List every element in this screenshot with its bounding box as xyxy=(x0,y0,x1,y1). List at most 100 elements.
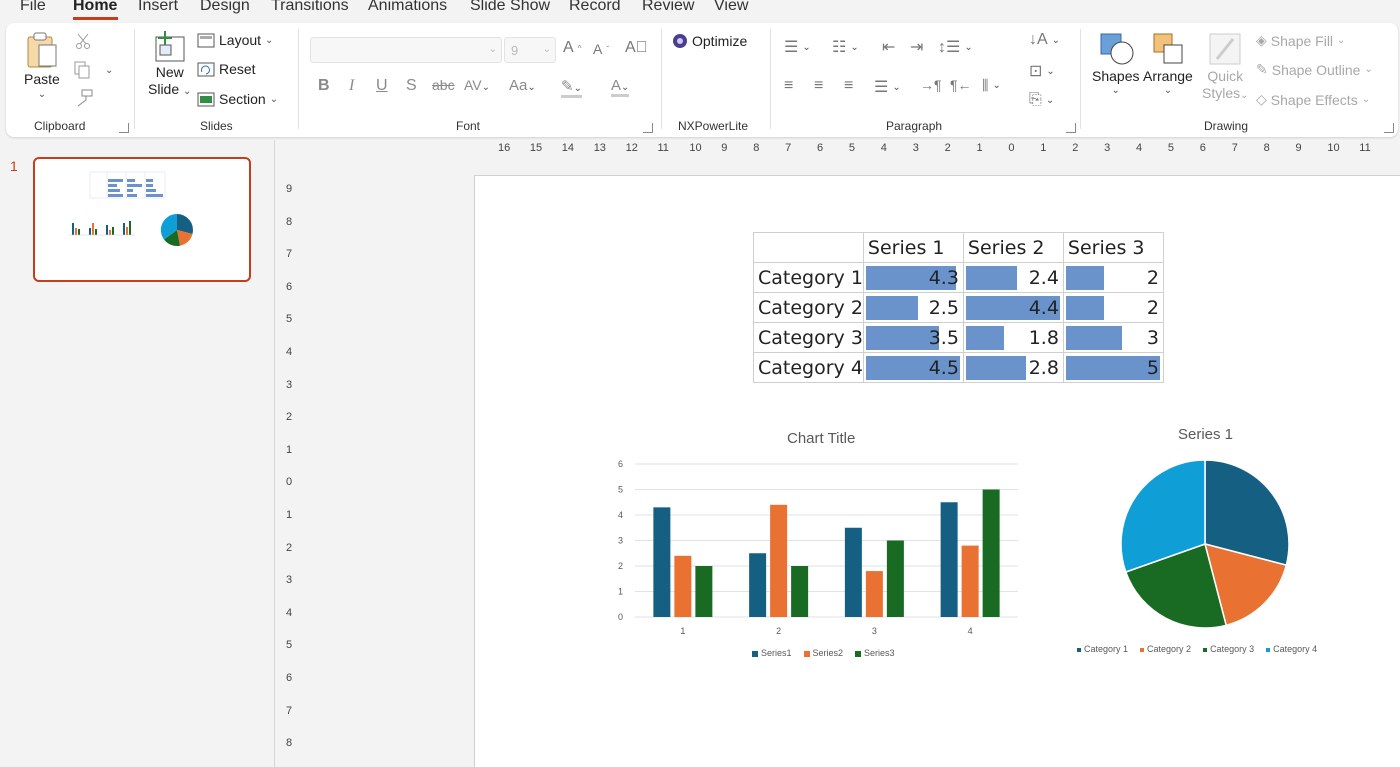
tab-view[interactable]: View xyxy=(714,0,748,15)
tab-animations[interactable]: Animations xyxy=(368,0,447,15)
highlight-icon[interactable]: ✎⌄ xyxy=(561,77,582,98)
align-right-icon[interactable]: ≡ xyxy=(844,77,853,95)
pie-chart[interactable] xyxy=(1115,454,1295,634)
bar-series3-1[interactable] xyxy=(695,566,713,617)
tab-home[interactable]: Home xyxy=(73,0,117,15)
bold-icon[interactable]: B xyxy=(318,77,330,95)
legend-item: Series1 xyxy=(752,648,792,658)
bar-series1-1[interactable] xyxy=(653,507,671,617)
shapes-label: Shapes xyxy=(1092,68,1140,84)
bar-series3-4[interactable] xyxy=(982,489,1000,618)
bar-series2-1[interactable] xyxy=(674,555,692,617)
tab-file[interactable]: File xyxy=(20,0,46,15)
dialog-launcher-icon[interactable] xyxy=(643,123,653,133)
slides-group-label: Slides xyxy=(200,119,233,133)
italic-icon[interactable]: I xyxy=(349,77,354,95)
dialog-launcher-icon[interactable] xyxy=(119,123,129,133)
character-spacing-icon[interactable]: AV⌄ xyxy=(464,77,490,93)
numbering-icon[interactable]: ☷ ⌄ xyxy=(832,37,859,57)
align-text-icon[interactable]: ⊡ ⌄ xyxy=(1029,61,1055,81)
bar-series2-3[interactable] xyxy=(865,571,883,617)
table-category-cell: Category 1 xyxy=(753,262,864,293)
decrease-indent-icon[interactable]: ⇤ xyxy=(882,37,895,57)
ltr-icon[interactable]: →¶ xyxy=(920,77,942,93)
pie-chart-title[interactable]: Series 1 xyxy=(1178,426,1233,443)
cut-icon[interactable] xyxy=(76,33,90,49)
quick-styles-button[interactable]: Quick Styles⌄ xyxy=(1202,31,1249,101)
bar-series2-4[interactable] xyxy=(961,545,979,617)
rtl-icon[interactable]: ¶← xyxy=(950,77,972,93)
ruler-tick-label: 11 xyxy=(657,142,669,154)
bar-series1-2[interactable] xyxy=(749,553,767,617)
group-separator xyxy=(298,29,299,129)
grow-font-icon[interactable]: A ^ xyxy=(563,39,581,57)
tab-review[interactable]: Review xyxy=(642,0,694,15)
paste-button[interactable]: Paste ⌄ xyxy=(24,31,60,100)
table-row: Category 1 4.3 2.4 2 xyxy=(753,262,1164,293)
bar-chart-legend: Series1 Series2 Series3 xyxy=(752,648,895,658)
justify-icon[interactable]: ☰ ⌄ xyxy=(874,77,901,97)
bar-chart[interactable]: 0 1 2 3 4 5 6 1 2 3 4 xyxy=(610,452,1030,642)
font-size-input[interactable]: 9 ⌄ xyxy=(504,37,556,63)
bar-series3-2[interactable] xyxy=(791,566,809,617)
line-spacing-icon[interactable]: ↕☰ ⌄ xyxy=(938,37,973,57)
layout-icon xyxy=(197,33,215,47)
reset-button[interactable]: Reset xyxy=(197,61,256,77)
bar-series1-3[interactable] xyxy=(844,527,862,617)
columns-icon[interactable]: ⫼ ⌄ xyxy=(982,77,1001,94)
layout-button[interactable]: Layout ⌄ xyxy=(197,32,273,48)
bar-chart-title[interactable]: Chart Title xyxy=(787,430,855,447)
shapes-button[interactable]: Shapes ⌄ xyxy=(1092,31,1139,96)
table-value-cell: 2.4 xyxy=(962,262,1064,293)
arrange-icon xyxy=(1153,33,1183,64)
tab-insert[interactable]: Insert xyxy=(138,0,178,15)
shrink-font-icon[interactable]: Aˇ xyxy=(593,41,609,57)
table-value-cell: 3 xyxy=(1062,322,1164,353)
font-name-input[interactable]: ⌄ xyxy=(310,37,502,63)
clear-formatting-icon[interactable]: A⃠ xyxy=(625,39,648,57)
shape-effects-button[interactable]: ◇ Shape Effects ⌄ xyxy=(1256,91,1370,108)
table-category-cell: Category 2 xyxy=(753,292,864,323)
smartart-icon[interactable]: ⎘ ⌄ xyxy=(1029,91,1054,109)
align-center-icon[interactable]: ≡ xyxy=(814,77,823,95)
table-row: Category 3 3.5 1.8 3 xyxy=(753,322,1164,353)
bar-series1-4[interactable] xyxy=(940,502,958,617)
tab-design[interactable]: Design xyxy=(200,0,250,15)
increase-indent-icon[interactable]: ⇥ xyxy=(910,37,923,57)
dialog-launcher-icon[interactable] xyxy=(1066,123,1076,133)
section-button[interactable]: Section ⌄ xyxy=(197,91,278,107)
font-color-icon[interactable]: A⌄ xyxy=(611,77,630,97)
chevron-down-icon[interactable]: ⌄ xyxy=(105,65,113,76)
optimize-button[interactable]: Optimize xyxy=(672,33,747,49)
legend-label: Series1 xyxy=(761,648,792,658)
data-table[interactable]: Series 1 Series 2 Series 3 Category 1 4.… xyxy=(753,232,1164,383)
tab-record[interactable]: Record xyxy=(569,0,621,15)
underline-icon[interactable]: U xyxy=(376,77,388,95)
dialog-launcher-icon[interactable] xyxy=(1384,123,1394,133)
shape-fill-button[interactable]: ◈ Shape Fill ⌄ xyxy=(1256,32,1345,49)
group-separator xyxy=(134,29,135,129)
ruler-tick-label: 7 xyxy=(286,704,293,717)
change-case-icon[interactable]: Aa⌄ xyxy=(509,77,536,94)
arrange-button[interactable]: Arrange ⌄ xyxy=(1143,31,1193,96)
reset-label: Reset xyxy=(219,61,256,77)
legend-item: Category 2 xyxy=(1140,644,1191,654)
align-left-icon[interactable]: ≡ xyxy=(784,77,793,95)
shape-outline-button[interactable]: ✎ Shape Outline ⌄ xyxy=(1256,61,1373,78)
new-slide-button[interactable]: New Slide ⌄ xyxy=(148,31,191,97)
legend-swatch xyxy=(1077,647,1081,652)
shadow-icon[interactable]: S xyxy=(406,77,417,95)
tab-slide-show[interactable]: Slide Show xyxy=(470,0,550,15)
slide-canvas[interactable]: Series 1 Series 2 Series 3 Category 1 4.… xyxy=(474,175,1400,767)
strikethrough-icon[interactable]: abc xyxy=(432,77,455,93)
copy-icon[interactable] xyxy=(74,61,92,79)
bar-series3-3[interactable] xyxy=(886,540,904,618)
reset-icon xyxy=(197,62,215,76)
ruler-tick-label: 4 xyxy=(286,346,293,358)
format-painter-icon[interactable] xyxy=(74,89,94,107)
text-direction-icon[interactable]: ↓A ⌄ xyxy=(1029,31,1060,49)
slide-thumbnail[interactable] xyxy=(33,157,251,282)
tab-transitions[interactable]: Transitions xyxy=(271,0,349,15)
bar-series2-2[interactable] xyxy=(770,504,788,617)
bullets-icon[interactable]: ☰ ⌄ xyxy=(784,37,811,57)
